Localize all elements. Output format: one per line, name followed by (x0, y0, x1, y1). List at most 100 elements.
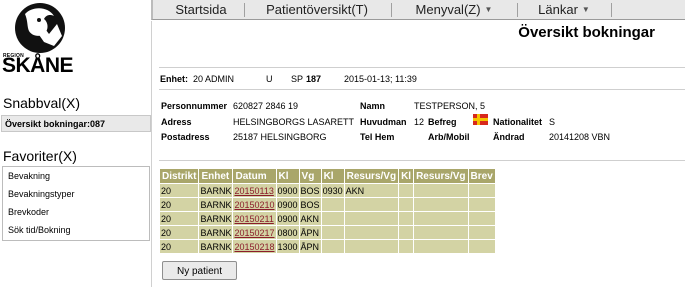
nationalitet-label: Nationalitet (493, 117, 543, 127)
adress-value: HELSINGBORGS LASARETT (233, 117, 355, 127)
column-header-brev: Brev (468, 169, 495, 183)
cell-vg: BOS (299, 184, 321, 197)
chevron-down-icon: ▼ (581, 5, 590, 14)
favorite-item-bevakningstyper[interactable]: Bevakningstyper (3, 185, 149, 203)
cell-brev (468, 240, 495, 253)
huvudman-label: Huvudman (360, 117, 407, 127)
cell-kl: 0800 (276, 226, 299, 239)
menu-separator (244, 3, 245, 17)
cell-vg: ÅPN (299, 240, 321, 253)
menu-patientoversikt[interactable]: Patientöversikt(T) (247, 0, 387, 19)
cell-kl: 0900 (276, 198, 299, 211)
cell-datum-link[interactable]: 20150113 (233, 184, 276, 197)
namn-label: Namn (360, 101, 386, 111)
cell-distrikt: 20 (160, 212, 199, 225)
cell-distrikt: 20 (160, 198, 199, 211)
menu-startsida-label: Startsida (175, 2, 227, 17)
enhet-label: Enhet: (160, 74, 188, 84)
cell-resurs-vg-2 (414, 212, 468, 225)
cell-datum-link[interactable]: 20150210 (233, 198, 276, 211)
menu-separator (517, 3, 518, 17)
telhem-label: Tel Hem (360, 132, 395, 142)
cell-resurs-vg (344, 226, 399, 239)
top-menubar: Startsida Patientöversikt(T) Menyval(Z) ▼… (151, 0, 685, 20)
personnummer-label: Personnummer (161, 101, 228, 111)
cell-kl-3 (399, 212, 414, 225)
datetime: 2015-01-13; 11:39 (344, 74, 417, 84)
main-content: Översikt bokningar Enhet: 20 ADMIN U SP … (151, 21, 685, 287)
cell-brev (468, 184, 495, 197)
cell-kl-3 (399, 198, 414, 211)
danish-flag-icon (473, 114, 488, 125)
column-header-distrikt: Distrikt (160, 169, 199, 183)
enhet-value: 20 ADMIN (193, 74, 235, 84)
favorite-item-bevakning[interactable]: Bevakning (3, 167, 149, 185)
cell-vg: AKN (299, 212, 321, 225)
favorites-list: Bevakning Bevakningstyper Brevkoder Sök … (2, 166, 150, 241)
column-header-resurs-vg: Resurs/Vg (344, 169, 399, 183)
booking-row: 20 BARNK 20150211 0900 AKN (160, 212, 495, 225)
cell-kl-2: 0930 (321, 184, 344, 197)
cell-kl-3 (399, 226, 414, 239)
divider (159, 89, 685, 90)
divider (159, 160, 685, 161)
cell-resurs-vg-2 (414, 226, 468, 239)
nationalitet-value: S (549, 117, 556, 127)
cell-distrikt: 20 (160, 240, 199, 253)
cell-enhet: BARNK (199, 226, 233, 239)
cell-vg: ÅPN (299, 226, 321, 239)
cell-resurs-vg-2 (414, 198, 468, 211)
cell-brev (468, 212, 495, 225)
cell-resurs-vg (344, 212, 399, 225)
cell-kl: 1300 (276, 240, 299, 253)
menu-menyval[interactable]: Menyval(Z) ▼ (394, 0, 514, 19)
menu-patientoversikt-label: Patientöversikt(T) (266, 2, 368, 17)
booking-row: 20 BARNK 20150218 1300 ÅPN (160, 240, 495, 253)
cell-datum-link[interactable]: 20150217 (233, 226, 276, 239)
cell-kl-3 (399, 184, 414, 197)
cell-kl-3 (399, 240, 414, 253)
logo-skane-text: SKÅNE (2, 54, 74, 77)
postadress-label: Postadress (161, 132, 210, 142)
cell-resurs-vg (344, 240, 399, 253)
booking-row: 20 BARNK 20150210 0900 BOS (160, 198, 495, 211)
cell-brev (468, 198, 495, 211)
snabbval-select[interactable]: Översikt bokningar:087 (1, 115, 151, 132)
sp-value: 187 (306, 74, 322, 84)
huvudman-value: 12 (414, 117, 425, 127)
booking-row: 20 BARNK 20150113 0900 BOS 0930 AKN (160, 184, 495, 197)
bookings-table: Distrikt Enhet Datum Kl Vg Kl Resurs/Vg … (159, 168, 496, 254)
page-title: Översikt bokningar (518, 24, 655, 41)
cell-enhet: BARNK (199, 198, 233, 211)
cell-kl-2 (321, 212, 344, 225)
cell-enhet: BARNK (199, 184, 233, 197)
andrad-value: 20141208 VBN (549, 132, 611, 142)
cell-brev (468, 226, 495, 239)
cell-vg: BOS (299, 198, 321, 211)
namn-value: TESTPERSON, 5 (414, 101, 486, 111)
u-flag: U (266, 74, 273, 84)
favoriter-label: Favoriter(X) (3, 148, 77, 164)
cell-datum-link[interactable]: 20150218 (233, 240, 276, 253)
personnummer-value: 620827 2846 19 (233, 101, 299, 111)
cell-resurs-vg: AKN (344, 184, 399, 197)
cell-enhet: BARNK (199, 212, 233, 225)
column-header-kl-3: Kl (399, 169, 414, 183)
befreg-label: Befreg (428, 117, 457, 127)
menu-lankar[interactable]: Länkar ▼ (520, 0, 608, 19)
favorite-item-sok-tid-bokning[interactable]: Sök tid/Bokning (3, 221, 149, 239)
menu-startsida[interactable]: Startsida (161, 0, 241, 19)
bookings-header-row: Distrikt Enhet Datum Kl Vg Kl Resurs/Vg … (160, 169, 495, 183)
cell-datum-link[interactable]: 20150211 (233, 212, 276, 225)
ny-patient-button[interactable]: Ny patient (162, 261, 237, 280)
menu-separator (391, 3, 392, 17)
cell-distrikt: 20 (160, 226, 199, 239)
snabbval-label: Snabbval(X) (3, 95, 81, 111)
favorite-item-brevkoder[interactable]: Brevkoder (3, 203, 149, 221)
postadress-value: 25187 HELSINGBORG (233, 132, 327, 142)
divider (159, 67, 685, 68)
column-header-enhet: Enhet (199, 169, 233, 183)
cell-enhet: BARNK (199, 240, 233, 253)
menu-menyval-label: Menyval(Z) (415, 2, 481, 17)
adress-label: Adress (161, 117, 192, 127)
